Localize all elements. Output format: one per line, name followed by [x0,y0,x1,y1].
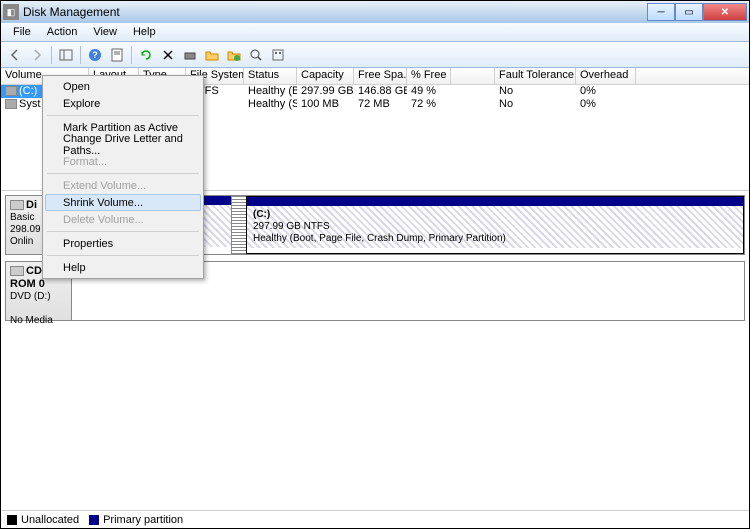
delete-icon[interactable] [158,45,178,65]
legend-box-primary [89,515,99,525]
format-icon[interactable] [180,45,200,65]
legend-box-unallocated [7,515,17,525]
menu-view[interactable]: View [85,24,125,40]
partition-status: Healthy (Boot, Page File, Crash Dump, Pr… [253,233,506,244]
col-overhead[interactable]: Overhead [576,68,636,84]
disk-type: Basic [10,212,34,223]
menu-file[interactable]: File [5,24,39,40]
col-capacity[interactable]: Capacity [297,68,354,84]
ctx-explore[interactable]: Explore [45,95,201,112]
refresh-button[interactable] [136,45,156,65]
show-hide-button[interactable] [56,45,76,65]
legend-primary: Primary partition [89,514,183,526]
partition-name: (C:) [253,209,270,220]
toolbar: ? [1,42,749,68]
ctx-help[interactable]: Help [45,259,201,276]
disk-size: 298.09 [10,224,41,235]
titlebar[interactable]: ◧ Disk Management ─ ▭ ✕ [1,1,749,23]
col-freespace[interactable]: Free Spa... [354,68,407,84]
ctx-extend-volume: Extend Volume... [45,177,201,194]
close-button[interactable]: ✕ [703,3,747,21]
window-title: Disk Management [23,5,647,19]
app-icon: ◧ [3,4,19,20]
svg-text:?: ? [92,50,98,60]
col-pctfree[interactable]: % Free [407,68,451,84]
col-fault[interactable]: Fault Tolerance [495,68,576,84]
ctx-properties[interactable]: Properties [45,235,201,252]
ctx-change-letter[interactable]: Change Drive Letter and Paths... [45,136,201,153]
menu-help[interactable]: Help [125,24,164,40]
ctx-open[interactable]: Open [45,78,201,95]
search-icon[interactable] [246,45,266,65]
maximize-button[interactable]: ▭ [675,3,703,21]
menubar: File Action View Help [1,23,749,42]
legend: Unallocated Primary partition [1,510,749,528]
folder2-icon[interactable] [224,45,244,65]
disk-name: Di [26,199,37,211]
vol-name: Syst [19,98,40,110]
col-status[interactable]: Status [244,68,297,84]
cdrom-status: No Media [10,315,53,326]
settings-icon[interactable] [268,45,288,65]
partition-size: 297.99 GB NTFS [253,221,330,232]
disk-status: Onlin [10,236,33,247]
back-button[interactable] [5,45,25,65]
folder1-icon[interactable] [202,45,222,65]
disk-icon [10,200,24,210]
context-menu: Open Explore Mark Partition as Active Ch… [42,75,204,279]
menu-action[interactable]: Action [39,24,86,40]
col-last[interactable] [636,68,749,84]
help-button[interactable]: ? [85,45,105,65]
properties-button[interactable] [107,45,127,65]
partition-c[interactable]: (C:) 297.99 GB NTFS Healthy (Boot, Page … [246,196,744,254]
minimize-button[interactable]: ─ [647,3,675,21]
ctx-delete-volume: Delete Volume... [45,211,201,228]
cdrom-icon [10,266,24,276]
splitter[interactable] [232,196,246,254]
vol-name: (C:) [19,85,37,97]
legend-unallocated: Unallocated [7,514,79,526]
drive-icon [5,99,17,109]
drive-icon [5,86,17,96]
col-empty[interactable] [451,68,495,84]
ctx-shrink-volume[interactable]: Shrink Volume... [45,194,201,211]
forward-button[interactable] [27,45,47,65]
cdrom-drive: DVD (D:) [10,291,51,302]
